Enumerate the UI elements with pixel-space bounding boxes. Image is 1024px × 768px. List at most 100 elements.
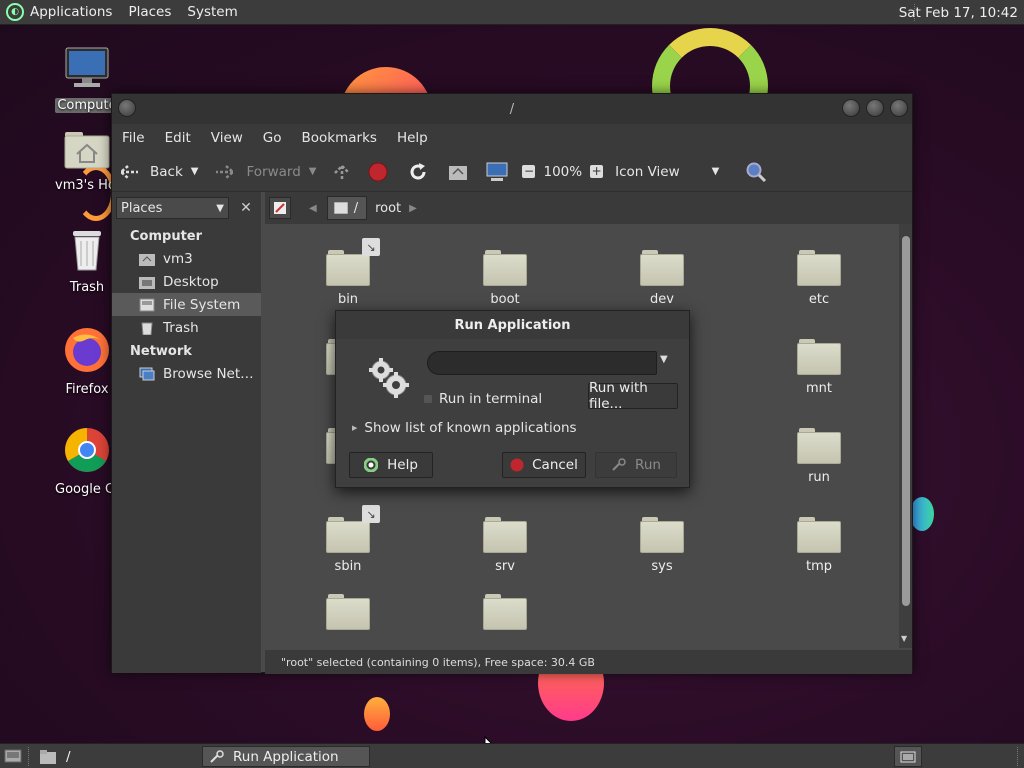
run-label: Run xyxy=(635,457,661,473)
file-item-boot[interactable]: boot xyxy=(460,250,550,307)
folder-icon xyxy=(40,749,56,764)
run-in-terminal-label: Run in terminal xyxy=(439,391,543,407)
desktop-icon-computer[interactable]: Compute xyxy=(55,46,119,113)
back-button[interactable]: Back xyxy=(112,152,189,192)
view-mode-select[interactable]: Icon View ▼ xyxy=(613,152,739,192)
sidebar-item-file-system[interactable]: File System xyxy=(112,293,261,316)
run-button[interactable]: Run xyxy=(595,452,677,478)
menu-edit[interactable]: Edit xyxy=(155,130,201,146)
menu-file[interactable]: File xyxy=(112,130,155,146)
help-button[interactable]: Help xyxy=(349,452,433,478)
file-item-mnt[interactable]: mnt xyxy=(774,339,864,396)
file-name: etc xyxy=(808,292,830,307)
search-icon xyxy=(746,162,767,182)
panel-separator xyxy=(1017,747,1018,766)
folder-icon xyxy=(640,517,684,553)
reload-icon xyxy=(411,162,426,179)
minimize-button[interactable] xyxy=(842,99,860,117)
file-item[interactable] xyxy=(460,594,550,630)
search-button[interactable] xyxy=(739,152,773,192)
close-button[interactable] xyxy=(890,99,908,117)
clock[interactable]: Sat Feb 17, 10:42 xyxy=(899,0,1018,25)
menu-applications[interactable]: Applications xyxy=(22,0,120,25)
forward-button[interactable]: Forward xyxy=(208,152,306,192)
forward-history-dropdown[interactable]: ▼ xyxy=(307,152,327,192)
reload-button[interactable] xyxy=(398,152,438,192)
workspace-switcher[interactable] xyxy=(894,746,922,767)
taskbar-item-file-manager[interactable]: / xyxy=(34,746,194,767)
cancel-button[interactable]: Cancel xyxy=(502,452,586,478)
run-with-file-button[interactable]: Run with file... xyxy=(588,380,678,412)
dialog-title[interactable]: Run Application xyxy=(336,311,689,339)
menu-system[interactable]: System xyxy=(179,0,245,25)
maximize-button[interactable] xyxy=(866,99,884,117)
sidebar-item-desktop[interactable]: Desktop xyxy=(112,270,261,293)
zoom-in-button[interactable]: + xyxy=(588,152,613,192)
file-name: boot xyxy=(490,292,520,307)
run-application-dialog: Run Application ▼ Run in terminal Run wi… xyxy=(335,310,690,488)
menu-go[interactable]: Go xyxy=(253,130,292,146)
home-icon xyxy=(139,253,155,266)
desktop-icon-chrome[interactable]: Google Chr xyxy=(55,426,128,497)
sidebar-item-trash[interactable]: Trash xyxy=(112,316,261,339)
command-history-dropdown[interactable]: ▼ xyxy=(660,354,668,365)
file-item-dev[interactable]: dev xyxy=(617,250,707,307)
sidebar-close-button[interactable]: ✕ xyxy=(235,197,257,219)
window-menu-button[interactable] xyxy=(118,99,136,117)
file-item-tmp[interactable]: tmp xyxy=(774,517,864,574)
scroll-down-icon[interactable]: ▼ xyxy=(901,634,907,643)
zoom-out-button[interactable]: − xyxy=(516,152,541,192)
cancel-label: Cancel xyxy=(532,457,578,473)
sidebar-group-network: Network xyxy=(130,344,192,359)
file-item-run[interactable]: run xyxy=(774,428,864,485)
sidebar-type-select[interactable]: Places ▼ xyxy=(116,197,229,219)
checkbox-box[interactable] xyxy=(424,395,432,403)
file-item-bin[interactable]: bin ↘ xyxy=(303,238,393,307)
sidebar-item-label: Desktop xyxy=(163,273,219,290)
folder-icon xyxy=(483,250,527,286)
show-known-applications-expander[interactable]: ▶ Show list of known applications xyxy=(352,420,577,436)
desktop-icon-trash[interactable]: Trash xyxy=(55,228,119,295)
path-scroll-right-icon[interactable]: ▶ xyxy=(409,203,417,214)
window-titlebar[interactable]: / xyxy=(112,94,912,124)
menu-bookmarks[interactable]: Bookmarks xyxy=(292,130,387,146)
file-name: tmp xyxy=(805,559,832,574)
home-folder-icon xyxy=(64,132,110,169)
computer-button[interactable] xyxy=(478,152,516,192)
command-input[interactable] xyxy=(428,352,656,374)
file-item-srv[interactable]: srv xyxy=(460,517,550,574)
desktop-icon-firefox[interactable]: Firefox xyxy=(55,326,119,397)
stop-button[interactable] xyxy=(358,152,398,192)
vertical-scrollbar[interactable]: ▼ xyxy=(899,224,912,648)
sidebar-item-vm3[interactable]: vm3 xyxy=(112,247,261,270)
sidebar-type-label: Places xyxy=(121,200,163,216)
up-button[interactable] xyxy=(326,152,358,192)
chevron-right-icon: ▶ xyxy=(352,424,358,432)
sidebar-item-browse-network[interactable]: Browse Net… xyxy=(112,362,261,385)
scrollbar-thumb[interactable] xyxy=(902,236,910,606)
menu-view[interactable]: View xyxy=(201,130,253,146)
file-item[interactable] xyxy=(303,594,393,630)
menu-places[interactable]: Places xyxy=(120,0,179,25)
show-desktop-button[interactable] xyxy=(4,748,22,768)
file-item-sbin[interactable]: sbin ↘ xyxy=(303,505,393,574)
run-in-terminal-checkbox[interactable]: Run in terminal xyxy=(424,391,542,407)
zoom-level[interactable]: 100% xyxy=(541,152,588,192)
path-segment-root[interactable]: / xyxy=(326,196,368,220)
cancel-icon xyxy=(510,458,524,472)
toggle-location-entry-button[interactable] xyxy=(269,197,291,219)
chevron-down-icon: ▼ xyxy=(216,202,224,214)
file-item-sys[interactable]: sys xyxy=(617,517,707,574)
computer-icon xyxy=(65,47,109,87)
back-arrow-icon xyxy=(119,164,138,179)
folder-icon xyxy=(797,428,841,464)
file-item-etc[interactable]: etc xyxy=(774,250,864,307)
taskbar-item-run-application[interactable]: Run Application xyxy=(202,746,370,767)
back-history-dropdown[interactable]: ▼ xyxy=(189,152,209,192)
command-input-wrapper xyxy=(427,351,657,375)
desktop-icon-home[interactable]: vm3's Hor xyxy=(55,128,121,193)
path-segment-root-folder[interactable]: root xyxy=(367,196,409,220)
path-scroll-left-icon[interactable]: ◀ xyxy=(309,203,317,214)
home-button[interactable] xyxy=(438,152,478,192)
menu-help[interactable]: Help xyxy=(387,130,438,146)
